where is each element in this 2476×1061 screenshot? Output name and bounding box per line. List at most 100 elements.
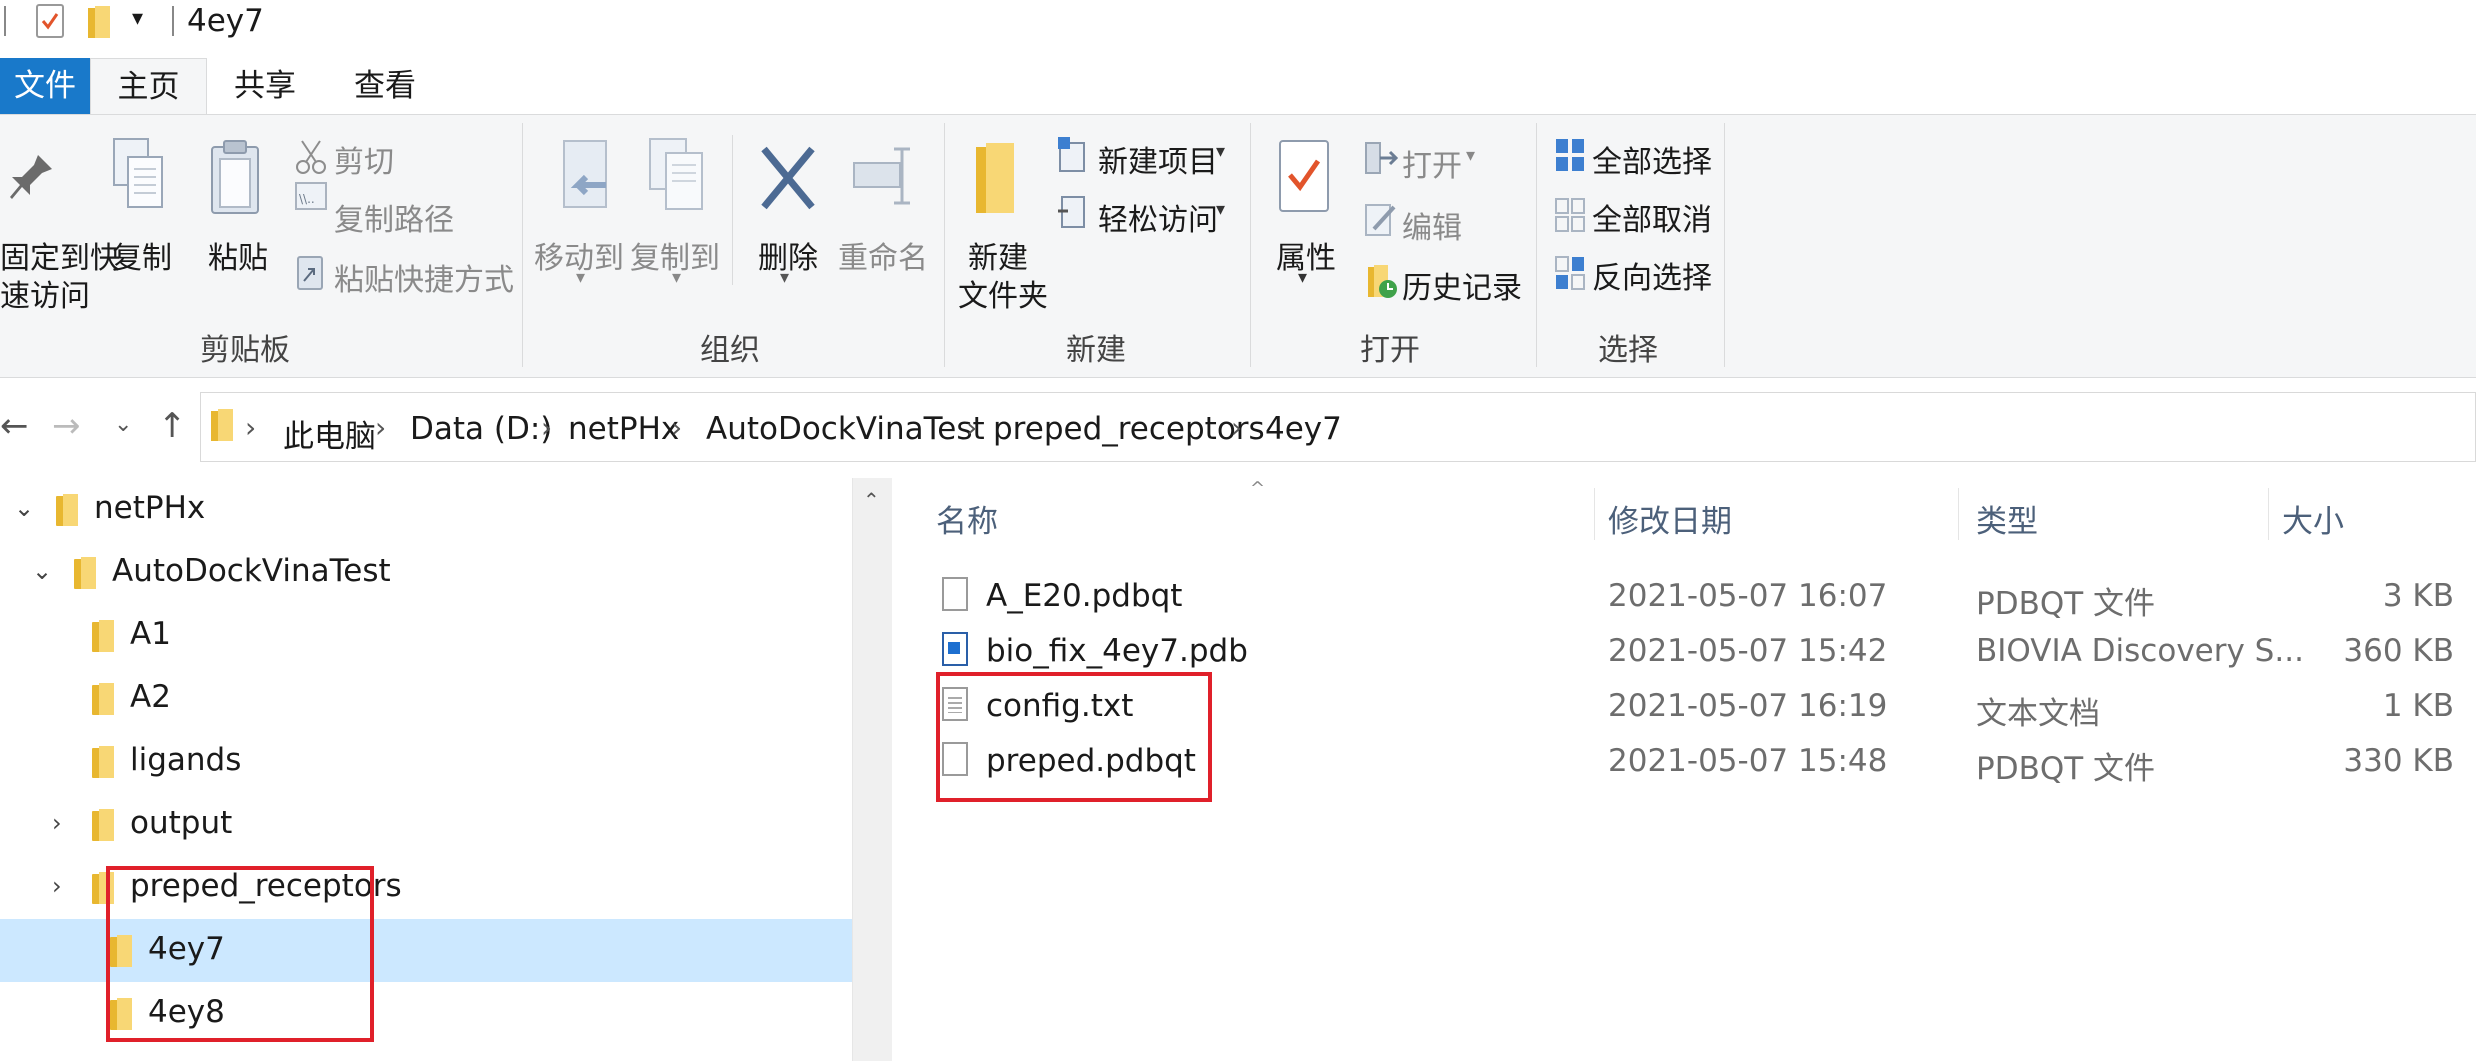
select-all-icon[interactable] [1554, 137, 1586, 177]
select-none-button[interactable]: 全部取消 [1592, 195, 1712, 239]
copy-to-icon[interactable] [646, 135, 706, 221]
file-type: 文本文档 [1976, 696, 2100, 732]
file-size: 1 KB [2382, 688, 2454, 724]
back-icon[interactable]: ← [0, 406, 29, 446]
tab-share[interactable]: 共享 [205, 58, 325, 114]
copy-icon[interactable] [110, 135, 166, 219]
forward-icon[interactable]: → [52, 406, 81, 446]
breadcrumb-preped-receptors[interactable]: preped_receptors [993, 411, 1265, 447]
history-button[interactable]: 历史记录 [1402, 263, 1522, 307]
paste-icon[interactable] [208, 137, 264, 225]
breadcrumb-separator[interactable]: › [541, 411, 552, 444]
new-folder-icon[interactable] [972, 139, 1024, 223]
edit-button[interactable]: 编辑 [1402, 203, 1462, 247]
invert-selection-button[interactable]: 反向选择 [1592, 253, 1712, 297]
column-separator[interactable] [1958, 488, 1959, 540]
collapsed-chevron-icon[interactable]: › [52, 809, 62, 837]
tree-item-netphx[interactable]: ⌄ netPHx [0, 478, 852, 541]
customize-quick-access-icon[interactable]: ▾ [132, 6, 143, 31]
column-header-date[interactable]: 修改日期 [1608, 496, 1732, 541]
column-separator[interactable] [1594, 488, 1595, 540]
column-header-name[interactable]: 名称 [936, 496, 998, 541]
tab-file[interactable]: 文件 [0, 58, 90, 114]
tree-scrollbar[interactable]: ⌃ [852, 478, 893, 1061]
easy-access-dropdown-icon[interactable]: ▾ [1216, 199, 1225, 220]
file-type: PDBQT 文件 [1976, 586, 2156, 622]
file-date: 2021-05-07 16:07 [1608, 578, 1888, 614]
easy-access-button[interactable]: 轻松访问 [1098, 195, 1218, 239]
up-icon[interactable]: ↑ [158, 406, 187, 446]
collapsed-chevron-icon[interactable]: › [52, 872, 62, 900]
cut-icon[interactable] [294, 137, 330, 181]
breadcrumb-data-d[interactable]: Data (D:) [410, 411, 552, 447]
address-bar[interactable]: › 此电脑 › Data (D:) › netPHx › AutoDockVin… [200, 392, 2476, 462]
new-folder-label-2[interactable]: 文件夹 [958, 271, 1048, 315]
file-size: 3 KB [2382, 578, 2454, 614]
invert-selection-icon[interactable] [1554, 255, 1586, 295]
paste-shortcut-button[interactable]: 粘贴快捷方式 [334, 255, 514, 299]
delete-icon[interactable] [758, 143, 818, 217]
rename-icon[interactable] [850, 143, 920, 213]
open-icon[interactable] [1364, 139, 1399, 181]
history-icon[interactable] [1364, 261, 1400, 305]
move-to-dropdown-icon[interactable]: ▾ [576, 267, 585, 288]
pin-label-2[interactable]: 速访问 [0, 271, 90, 315]
open-button[interactable]: 打开 [1402, 141, 1462, 185]
copy-path-icon[interactable]: \\.. [294, 179, 330, 217]
expanded-chevron-icon[interactable]: ⌄ [14, 494, 34, 522]
file-row[interactable]: A_E20.pdbqt 2021-05-07 16:07 PDBQT 文件 3 … [892, 570, 2476, 625]
group-separator [1724, 123, 1725, 367]
select-all-button[interactable]: 全部选择 [1592, 137, 1712, 181]
open-dropdown-icon[interactable]: ▾ [1466, 145, 1475, 166]
new-item-icon[interactable] [1056, 135, 1090, 177]
move-to-icon[interactable] [556, 137, 616, 223]
new-folder-quick-icon[interactable] [88, 6, 110, 38]
tree-item-label: A2 [130, 679, 171, 715]
column-separator[interactable] [2268, 488, 2269, 540]
folder-icon [211, 407, 233, 441]
file-name: bio_fix_4ey7.pdb [986, 633, 1248, 669]
breadcrumb-autodockvinatest[interactable]: AutoDockVinaTest [706, 411, 985, 447]
tree-item-a1[interactable]: A1 [0, 604, 852, 667]
breadcrumb-this-pc[interactable]: 此电脑 [283, 411, 376, 456]
folder-icon [56, 492, 78, 526]
properties-icon[interactable] [1276, 137, 1332, 221]
easy-access-icon[interactable] [1056, 193, 1090, 235]
file-size: 360 KB [2343, 633, 2454, 669]
column-header-type[interactable]: 类型 [1976, 496, 2038, 541]
breadcrumb-separator[interactable]: › [245, 411, 256, 444]
breadcrumb-separator[interactable]: › [1231, 411, 1242, 444]
tree-item-output[interactable]: › output [0, 793, 852, 856]
breadcrumb-4ey7[interactable]: 4ey7 [1265, 411, 1342, 447]
breadcrumb-separator[interactable]: › [375, 411, 386, 444]
group-separator [522, 123, 523, 367]
paste-button[interactable]: 粘贴 [208, 233, 268, 277]
new-item-dropdown-icon[interactable]: ▾ [1216, 141, 1225, 162]
tree-item-a2[interactable]: A2 [0, 667, 852, 730]
expanded-chevron-icon[interactable]: ⌄ [32, 557, 52, 585]
ribbon: 固定到快 速访问 复制 粘贴 剪切 \\.. 复制路径 粘贴快捷方式 剪贴板 移… [0, 114, 2476, 378]
properties-quick-icon[interactable] [36, 4, 64, 38]
paste-shortcut-icon[interactable] [294, 253, 326, 297]
breadcrumb-separator[interactable]: › [966, 411, 977, 444]
tree-item-label: output [130, 805, 233, 841]
edit-icon[interactable] [1364, 199, 1398, 241]
delete-dropdown-icon[interactable]: ▾ [780, 267, 789, 288]
breadcrumb-separator[interactable]: › [671, 411, 682, 444]
properties-dropdown-icon[interactable]: ▾ [1298, 267, 1307, 288]
copy-to-dropdown-icon[interactable]: ▾ [672, 267, 681, 288]
rename-button[interactable]: 重命名 [838, 233, 928, 277]
tab-home[interactable]: 主页 [90, 58, 207, 117]
tab-view[interactable]: 查看 [325, 58, 445, 114]
tree-item-ligands[interactable]: ligands [0, 730, 852, 793]
new-item-button[interactable]: 新建项目 [1098, 137, 1218, 181]
recent-locations-icon[interactable]: ⌄ [114, 412, 132, 437]
column-header-size[interactable]: 大小 [2282, 496, 2344, 541]
breadcrumb-netphx[interactable]: netPHx [568, 411, 679, 447]
copy-button[interactable]: 复制 [112, 233, 172, 277]
select-none-icon[interactable] [1554, 197, 1586, 237]
scroll-up-icon[interactable]: ⌃ [863, 488, 880, 512]
tree-item-autodockvinatest[interactable]: ⌄ AutoDockVinaTest [0, 541, 852, 604]
cut-button[interactable]: 剪切 [334, 137, 394, 181]
copy-path-button[interactable]: 复制路径 [334, 195, 454, 239]
